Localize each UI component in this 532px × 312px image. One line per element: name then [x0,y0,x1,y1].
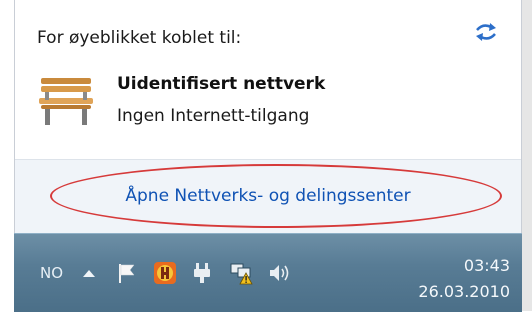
network-warning-icon[interactable] [228,260,254,286]
network-name: Uidentifisert nettverk [117,74,326,94]
network-flyout: For øyeblikket koblet til: Uidentifisert… [14,0,522,234]
connected-header: For øyeblikket koblet til: [37,28,242,48]
bench-icon [39,78,93,125]
window-edge [522,0,532,311]
network-status: Ingen Internett-tilgang [117,106,310,126]
language-indicator[interactable]: NO [40,264,63,282]
power-icon[interactable] [190,260,216,286]
volume-icon[interactable] [266,260,292,286]
network-item[interactable]: Uidentifisert nettverk Ingen Internett-t… [35,70,495,140]
refresh-icon[interactable] [473,22,499,42]
show-hidden-icons-icon[interactable] [76,260,102,286]
clock-time: 03:43 [463,256,510,275]
action-center-flag-icon[interactable] [114,260,140,286]
open-network-sharing-center-link[interactable]: Åpne Nettverks- og delingssenter [15,186,521,206]
taskbar: NO 03:43 26.03.2010 [14,233,522,312]
flyout-footer: Åpne Nettverks- og delingssenter [15,159,521,234]
app-tray-icon[interactable] [152,260,178,286]
clock-date: 26.03.2010 [418,282,510,301]
